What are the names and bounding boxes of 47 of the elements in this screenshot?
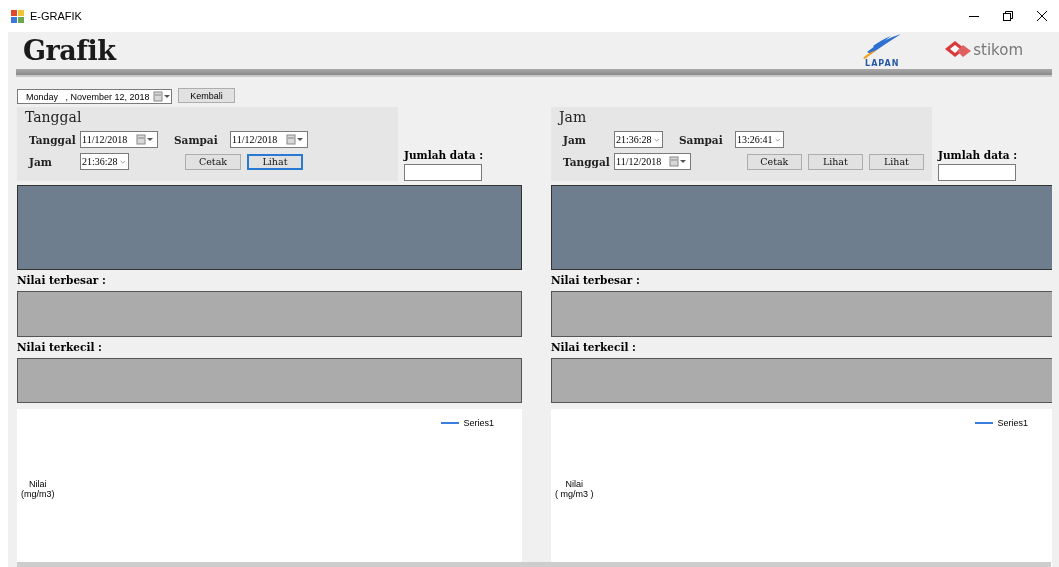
group-title: Tanggal	[25, 108, 83, 127]
date-field[interactable]: 11/12/2018	[230, 131, 308, 149]
min-label: Nilai terkecil :	[551, 340, 637, 355]
page-title: Grafik	[23, 34, 116, 66]
time-field[interactable]: 21:36:28	[80, 153, 129, 171]
field-label: Tanggal	[563, 155, 608, 168]
logo-text: stikom	[973, 41, 1023, 59]
axis-label: Nilai ( mg/m3 )	[555, 479, 594, 500]
calendar-dropdown-icon[interactable]	[286, 133, 304, 147]
max-label: Nilai terbesar :	[551, 274, 641, 289]
action-button[interactable]: Cetak	[185, 153, 241, 170]
field-label: Sampai	[174, 133, 219, 146]
horizontal-scrollbar[interactable]	[17, 562, 1051, 567]
count-field[interactable]	[404, 163, 482, 181]
action-button[interactable]: Lihat	[247, 153, 303, 170]
calendar-dropdown-icon[interactable]	[153, 90, 171, 103]
calendar-dropdown-icon[interactable]	[136, 133, 154, 147]
group-title: Jam	[559, 108, 588, 127]
action-button[interactable]: Lihat	[807, 153, 863, 170]
stikom-logo-icon	[945, 41, 972, 59]
action-button[interactable]: Cetak	[746, 153, 802, 170]
axis-label: Nilai (mg/m3)	[21, 479, 55, 500]
calendar-dropdown-icon[interactable]	[668, 155, 687, 169]
app-icon	[11, 9, 24, 23]
field-label: Jam	[563, 133, 587, 146]
back-button[interactable]: Kembali	[178, 88, 235, 103]
legend-label: Series1	[997, 418, 1028, 429]
date-picker[interactable]: Monday , November 12, 2018	[17, 89, 172, 104]
action-button[interactable]: Lihat	[868, 153, 924, 170]
lapan-logo-icon	[863, 32, 902, 59]
restore-icon[interactable]	[1003, 11, 1013, 21]
count-label: Jumlah data :	[404, 148, 484, 161]
min-label: Nilai terkecil :	[17, 340, 103, 355]
time-field[interactable]: 13:26:41	[735, 131, 784, 149]
time-field[interactable]: 21:36:28	[614, 131, 663, 149]
field-label: Tanggal	[29, 133, 74, 146]
close-icon[interactable]	[1037, 11, 1047, 21]
count-field[interactable]	[938, 163, 1016, 181]
field-label: Sampai	[679, 133, 724, 146]
legend-label: Series1	[463, 418, 494, 429]
date-field[interactable]: 11/12/2018	[80, 131, 158, 149]
count-label: Jumlah data :	[938, 148, 1018, 161]
field-label: Jam	[29, 155, 53, 168]
max-label: Nilai terbesar :	[17, 274, 107, 289]
date-field[interactable]: 11/12/2018	[614, 153, 691, 171]
window-title: E-GRAFIK	[30, 10, 82, 22]
logo-text: LAPAN	[865, 59, 900, 68]
